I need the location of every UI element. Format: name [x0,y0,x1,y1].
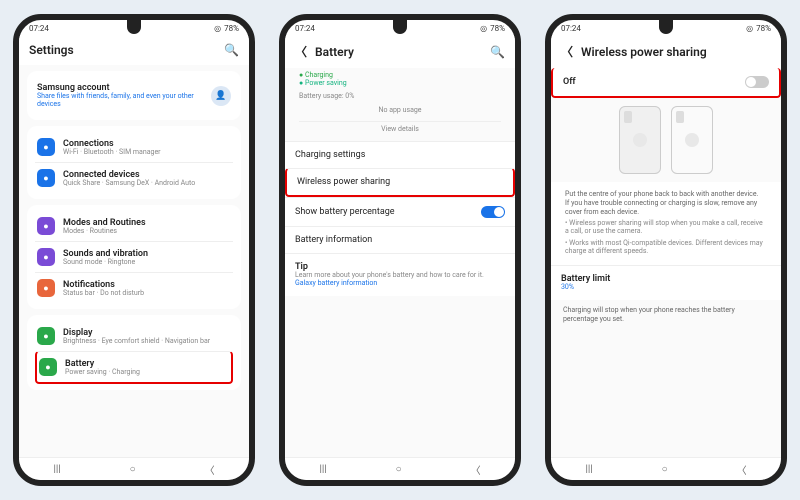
page-title: Battery [315,45,354,59]
desc-1: Put the centre of your phone back to bac… [561,190,771,199]
home-button[interactable]: ○ [662,464,668,475]
recents-button[interactable]: ||| [585,464,592,475]
view-details[interactable]: View details [299,121,501,138]
battery-pct: 78% [490,24,505,33]
home-button[interactable]: ○ [396,464,402,475]
desc-2: If you have trouble connecting or chargi… [561,199,771,217]
bullet-1: • Wireless power sharing will stop when … [561,217,771,237]
header: 〈 Wireless power sharing [551,35,781,68]
phone-front-icon [671,106,713,174]
nav-bar: ||| ○ 〈 [19,457,249,480]
battery-icon: ◎ [480,24,487,33]
row-icon: ● [39,358,57,376]
back-icon[interactable]: 〈 [561,43,573,60]
toggle-icon[interactable] [745,76,769,88]
row-label: Charging settings [295,150,505,160]
row-sub: Status bar · Do not disturb [63,290,231,298]
settings-row-battery[interactable]: ●BatteryPower saving · Charging [35,351,233,384]
tip-link[interactable]: Galaxy battery information [295,280,505,288]
off-label: Off [563,77,745,87]
clock: 07:24 [295,24,315,33]
back-icon[interactable]: 〈 [295,43,307,60]
battery-row-charging-settings[interactable]: Charging settings [285,141,515,168]
battery-icon: ◎ [214,24,221,33]
row-icon: ● [37,138,55,156]
row-icon: ● [37,217,55,235]
limit-title: Battery limit [561,274,771,284]
group-display: ●DisplayBrightness · Eye comfort shield … [27,315,241,390]
phone-settings: 07:24 ◎78% Settings 🔍 Samsung account Sh… [13,14,255,486]
row-icon: ● [37,248,55,266]
search-icon[interactable]: 🔍 [490,45,505,59]
settings-row-connected-devices[interactable]: ●Connected devicesQuick Share · Samsung … [35,162,233,193]
settings-row-sounds-and-vibration[interactable]: ●Sounds and vibrationSound mode · Ringto… [35,241,233,272]
recents-button[interactable]: ||| [319,464,326,475]
row-sub: Brightness · Eye comfort shield · Naviga… [63,338,231,346]
back-button[interactable]: 〈 [471,462,481,477]
samsung-account-card[interactable]: Samsung account Share files with friends… [27,71,241,120]
back-button[interactable]: 〈 [205,462,215,477]
battery-pct: 78% [224,24,239,33]
header: 〈 Battery 🔍 [285,35,515,68]
settings-row-notifications[interactable]: ●NotificationsStatus bar · Do not distur… [35,272,233,303]
phone-wps: 07:24 ◎78% 〈 Wireless power sharing Off … [545,14,787,486]
row-label: Show battery percentage [295,207,481,217]
row-icon: ● [37,327,55,345]
row-icon: ● [37,169,55,187]
nav-bar: ||| ○ 〈 [285,457,515,480]
page-title: Wireless power sharing [581,45,707,59]
bullet-2: • Works with most Qi-compatible devices.… [561,237,771,257]
search-icon[interactable]: 🔍 [224,43,239,57]
no-app-usage: No app usage [299,101,501,121]
legend-saving: Power saving [305,79,347,87]
tip-section: Tip Learn more about your phone's batter… [285,253,515,295]
settings-row-connections[interactable]: ●ConnectionsWi-Fi · Bluetooth · SIM mana… [35,132,233,162]
row-label: Wireless power sharing [297,177,503,187]
notch [127,20,141,34]
row-sub: Wi-Fi · Bluetooth · SIM manager [63,149,231,157]
account-sub: Share files with friends, family, and ev… [37,93,203,108]
clock: 07:24 [29,24,49,33]
row-sub: Power saving · Charging [65,369,229,377]
nav-bar: ||| ○ 〈 [551,457,781,480]
toggle-icon[interactable] [481,206,505,218]
page-title: Settings [29,43,74,57]
battery-row-show-battery-percentage[interactable]: Show battery percentage [285,197,515,226]
battery-row-battery-information[interactable]: Battery information [285,226,515,253]
group-connections: ●ConnectionsWi-Fi · Bluetooth · SIM mana… [27,126,241,199]
settings-row-display[interactable]: ●DisplayBrightness · Eye comfort shield … [35,321,233,351]
row-sub: Modes · Routines [63,228,231,236]
recents-button[interactable]: ||| [53,464,60,475]
row-sub: Sound mode · Ringtone [63,259,231,267]
back-button[interactable]: 〈 [737,462,747,477]
limit-value: 30% [561,284,771,292]
notch [393,20,407,34]
battery-pct: 78% [756,24,771,33]
off-toggle-row[interactable]: Off [551,68,781,98]
settings-row-modes-and-routines[interactable]: ●Modes and RoutinesModes · Routines [35,211,233,241]
header: Settings 🔍 [19,35,249,65]
phone-illustration [551,98,781,182]
group-modes: ●Modes and RoutinesModes · Routines●Soun… [27,205,241,309]
clock: 07:24 [561,24,581,33]
row-icon: ● [37,279,55,297]
phone-back-icon [619,106,661,174]
row-sub: Quick Share · Samsung DeX · Android Auto [63,180,231,188]
battery-limit-row[interactable]: Battery limit 30% [551,265,781,300]
usage-label: Battery usage: 0% [299,93,501,101]
avatar-icon[interactable]: 👤 [211,86,231,106]
battery-icon: ◎ [746,24,753,33]
phone-battery: 07:24 ◎78% 〈 Battery 🔍 ● Charging ● Powe… [279,14,521,486]
home-button[interactable]: ○ [130,464,136,475]
limit-footer: Charging will stop when your phone reach… [551,300,781,330]
notch [659,20,673,34]
row-label: Battery information [295,235,505,245]
battery-row-wireless-power-sharing[interactable]: Wireless power sharing [285,168,515,197]
